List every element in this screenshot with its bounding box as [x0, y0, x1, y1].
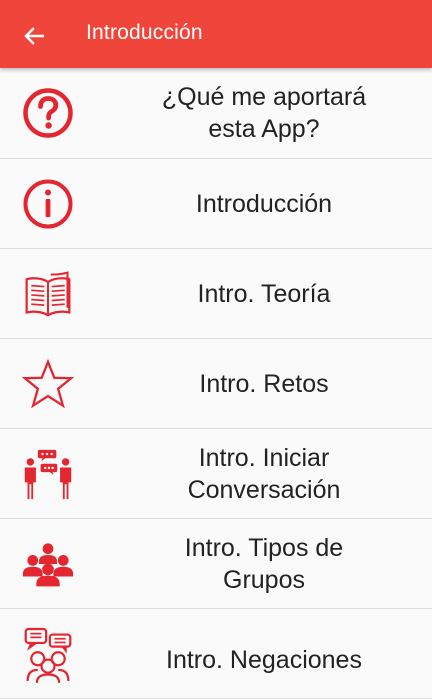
- list-item-label: Intro. Negaciones: [166, 645, 362, 674]
- list-item-intro-iniciar-conversacion[interactable]: Intro. Iniciar Conversación: [0, 429, 432, 519]
- list-item-label: Intro. Teoría: [197, 279, 331, 308]
- list-item-introduccion[interactable]: Introducción: [0, 159, 432, 249]
- people-chat-bubbles-icon: [22, 627, 74, 683]
- group-people-icon: [22, 538, 74, 590]
- people-talking-icon: [22, 448, 74, 500]
- list-item-label: Intro. Retos: [199, 369, 329, 398]
- list-item-label: ¿Qué me aportará esta App?: [161, 83, 367, 143]
- info-circle-icon: [22, 178, 74, 230]
- list-item-intro-retos[interactable]: Intro. Retos: [0, 339, 432, 429]
- menu-list: ¿Qué me aportará esta App? Introducción: [0, 68, 432, 699]
- list-item-intro-negaciones[interactable]: Intro. Negaciones: [0, 609, 432, 699]
- question-circle-icon: [22, 87, 74, 139]
- arrow-left-icon: [24, 27, 44, 45]
- list-item-label: Intro. Iniciar Conversación: [187, 443, 341, 504]
- star-outline-icon: [22, 358, 74, 410]
- list-item-intro-tipos-de-grupos[interactable]: Intro. Tipos de Grupos: [0, 519, 432, 609]
- list-item-intro-teoria[interactable]: Intro. Teoría: [0, 249, 432, 339]
- open-book-icon: [22, 268, 74, 320]
- page-title: Introducción: [86, 21, 203, 44]
- list-item-label: Introducción: [195, 189, 333, 218]
- app-bar: Introducción: [0, 0, 432, 68]
- list-item-que-me-aportara[interactable]: ¿Qué me aportará esta App?: [0, 68, 432, 159]
- back-button[interactable]: [14, 18, 54, 54]
- list-item-label: Intro. Tipos de Grupos: [184, 533, 344, 594]
